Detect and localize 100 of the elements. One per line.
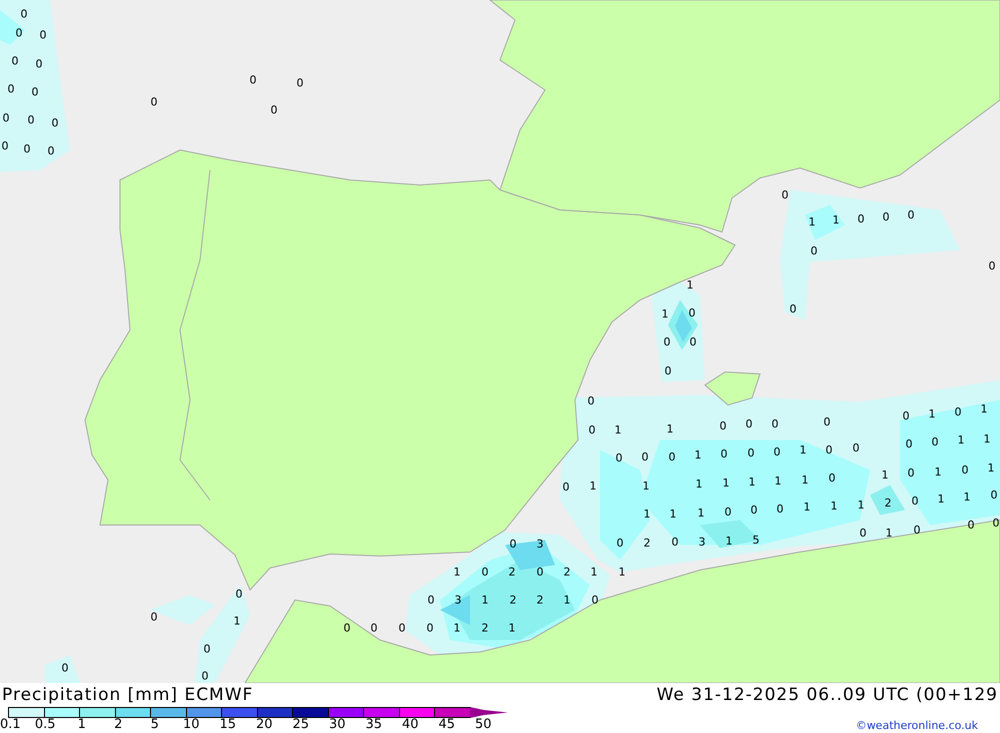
precipitation-value: 0: [482, 566, 488, 578]
precipitation-value: 0: [720, 448, 728, 460]
precipitation-value: 0: [776, 504, 784, 514]
legend-tick-label: 40: [400, 718, 420, 732]
precipitation-value: 0: [28, 114, 34, 126]
precipitation-value: 1: [832, 214, 840, 226]
precipitation-value: 0: [828, 472, 836, 484]
precipitation-value: 0: [860, 528, 866, 538]
precipitation-value: 1: [802, 474, 808, 486]
precipitation-value: 0: [52, 118, 58, 128]
precipitation-value: 0: [774, 446, 780, 458]
precipitation-value: 0: [40, 30, 46, 40]
precipitation-value: 0: [664, 366, 672, 376]
precipitation-value: 5: [752, 534, 760, 546]
precipitation-value: 0: [296, 78, 304, 88]
precipitation-value: 3: [454, 594, 462, 606]
precipitation-value: 0: [882, 212, 890, 222]
precipitation-value: 0: [236, 588, 242, 600]
precipitation-value: 1: [882, 470, 888, 480]
precipitation-value: 1: [694, 450, 702, 460]
precipitation-value: 0: [664, 336, 670, 348]
precipitation-value: 0: [690, 336, 696, 348]
precipitation-value: 1: [234, 616, 240, 626]
precipitation-value: 1: [804, 502, 810, 512]
precipitation-value: 0: [510, 538, 516, 550]
precipitation-value: 0: [688, 308, 696, 318]
precipitation-value: 1: [984, 434, 990, 444]
precipitation-value: 0: [150, 96, 158, 108]
precipitation-value: 1: [886, 528, 892, 538]
precipitation-value: 0: [912, 496, 918, 506]
precipitation-value: 0: [150, 612, 158, 622]
precipitation-value: 0: [428, 594, 434, 606]
precipitation-value: 1: [508, 622, 516, 634]
precipitation-value: 0: [642, 452, 648, 462]
precipitation-value: 0: [12, 56, 18, 66]
precipitation-value: 0: [908, 468, 914, 478]
precipitation-value: 0: [824, 416, 830, 428]
precipitation-value: 1: [618, 566, 626, 578]
precipitation-value: 0: [20, 8, 28, 20]
precipitation-value: 0: [810, 246, 818, 256]
precipitation-value: 1: [980, 404, 988, 414]
precipitation-value: 1: [454, 566, 460, 578]
precipitation-value: 1: [454, 622, 460, 634]
precipitation-value: 1: [808, 216, 816, 228]
precipitation-value: 2: [644, 538, 650, 548]
copyright-link[interactable]: ©weatheronline.co.uk: [856, 719, 978, 732]
precipitation-value: 0: [968, 520, 974, 530]
precipitation-value: 2: [510, 594, 516, 606]
precipitation-value: 0: [852, 442, 860, 454]
precipitation-value: 1: [858, 500, 864, 510]
precipitation-value: 0: [932, 436, 938, 448]
precipitation-value: 2: [508, 566, 516, 578]
precipitation-value: 0: [588, 396, 594, 406]
precipitation-value: 1: [830, 500, 838, 512]
precipitation-value: 0: [616, 452, 622, 464]
precipitation-value: 0: [906, 438, 912, 450]
legend-tick-label: 15: [218, 718, 238, 732]
precipitation-value: 1: [988, 462, 994, 474]
precipitation-value: 0: [536, 566, 544, 578]
precipitation-value: 0: [426, 622, 434, 634]
precipitation-value: 1: [614, 424, 622, 436]
precipitation-value: 0: [990, 490, 998, 500]
precipitation-value: 1: [774, 476, 782, 486]
legend-tick-label: 0.5: [34, 718, 57, 732]
precipitation-value: 0: [954, 406, 962, 418]
precipitation-value: 0: [202, 670, 208, 682]
precipitation-value: 0: [724, 506, 732, 518]
legend-tick-label: 1: [76, 718, 87, 732]
legend-tick-label: 10: [182, 718, 201, 732]
legend-tick-label: 50: [474, 718, 493, 732]
precipitation-value: 0: [2, 140, 8, 152]
precipitation-value: 0: [344, 622, 350, 634]
precipitation-value: 0: [32, 86, 38, 98]
precipitation-value: 0: [398, 622, 406, 634]
precipitation-value: 0: [562, 482, 570, 492]
precipitation-value: 1: [696, 478, 702, 490]
precipitation-value: 0: [992, 518, 1000, 528]
precipitation-value: 0: [672, 536, 678, 548]
precipitation-value: 1: [722, 478, 730, 488]
precipitation-value: 0: [772, 418, 778, 430]
precipitation-value: 1: [938, 494, 944, 504]
precipitation-value: 0: [746, 418, 752, 430]
legend-tick-label: 35: [364, 718, 384, 732]
precipitation-value: 0: [750, 504, 758, 516]
precipitation-value: 0: [908, 210, 914, 220]
precipitation-value: 0: [8, 84, 14, 94]
precipitation-value: 1: [666, 424, 674, 434]
precipitation-value: 0: [24, 144, 30, 154]
precipitation-value: 1: [670, 508, 676, 520]
precipitation-value: 0: [270, 104, 278, 116]
precipitation-value: 0: [748, 448, 754, 458]
precipitation-value: 1: [958, 434, 964, 446]
precipitation-value: 1: [590, 566, 598, 578]
precipitation-value: 0: [48, 146, 54, 156]
precipitation-value: 1: [662, 308, 668, 320]
legend-tick-label: 2: [113, 718, 124, 732]
legend-tick-label: 30: [328, 718, 347, 732]
precipitation-value: 0: [204, 644, 210, 654]
precipitation-value: 0: [988, 260, 996, 272]
precipitation-value: 1: [482, 594, 488, 606]
